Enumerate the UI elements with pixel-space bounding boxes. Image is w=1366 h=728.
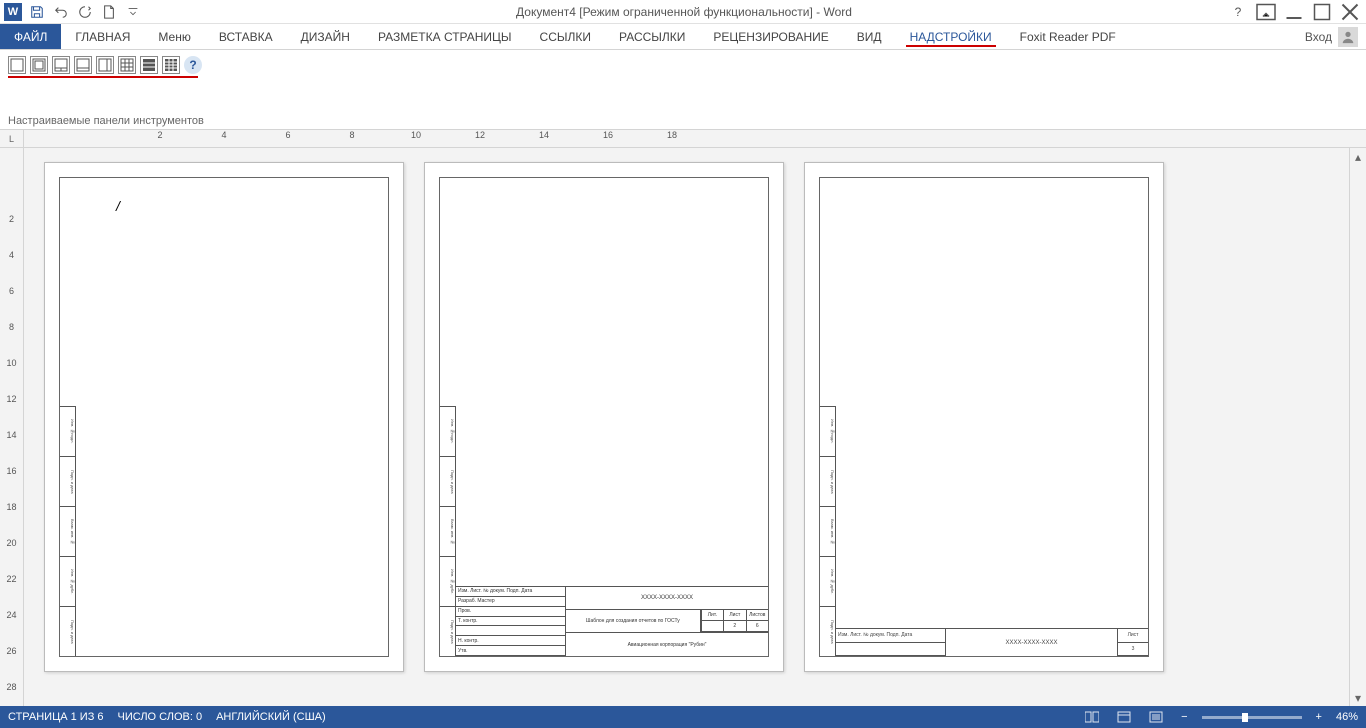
undo-button[interactable] xyxy=(52,3,70,21)
quick-access-toolbar: W xyxy=(0,3,146,21)
signin-link[interactable]: Вход xyxy=(1305,30,1332,44)
title-block: Изм. Лист. № докум. Подп. Дата Разраб. М… xyxy=(456,586,768,656)
stamp-code: ХХХХ-ХХХХ-ХХХХ xyxy=(566,587,768,610)
page-1[interactable]: / Инв. №подл.Подп. и датаВзам. инв. №Инв… xyxy=(44,162,404,672)
text-cursor: / xyxy=(116,198,120,214)
small-title-block: Изм. Лист. № докум. Подп. Дата ХХХХ-ХХХХ… xyxy=(836,628,1148,656)
page-frame: Инв. №подл.Подп. и датаВзам. инв. №Инв. … xyxy=(439,177,769,657)
tab-addins[interactable]: НАДСТРОЙКИ xyxy=(896,24,1006,49)
ribbon-display-button[interactable] xyxy=(1254,3,1278,21)
minimize-button[interactable] xyxy=(1282,3,1306,21)
tab-references[interactable]: ССЫЛКИ xyxy=(526,24,605,49)
frame-btn-3[interactable] xyxy=(52,56,70,74)
frame-btn-8[interactable] xyxy=(162,56,180,74)
help-button[interactable]: ? xyxy=(1226,3,1250,21)
ruler-corner[interactable]: L xyxy=(0,130,24,147)
tab-insert[interactable]: ВСТАВКА xyxy=(205,24,287,49)
view-web-button[interactable] xyxy=(1145,709,1167,725)
title-bar: W Документ4 [Режим ограниченной функцион… xyxy=(0,0,1366,24)
frame-btn-1[interactable] xyxy=(8,56,26,74)
vertical-scrollbar[interactable]: ▴ ▾ xyxy=(1349,148,1366,706)
tab-menu[interactable]: Меню xyxy=(144,24,204,49)
frame-btn-5[interactable] xyxy=(96,56,114,74)
ribbon-tabs: ФАЙЛ ГЛАВНАЯ Меню ВСТАВКА ДИЗАЙН РАЗМЕТК… xyxy=(0,24,1366,50)
zoom-out-button[interactable]: − xyxy=(1177,711,1191,723)
side-stamp: Инв. №подл.Подп. и датаВзам. инв. №Инв. … xyxy=(820,406,836,656)
scroll-up-icon[interactable]: ▴ xyxy=(1350,148,1366,165)
horizontal-ruler[interactable]: 24681012141618 xyxy=(24,130,1366,147)
frame-btn-7[interactable] xyxy=(140,56,158,74)
new-doc-button[interactable] xyxy=(100,3,118,21)
zoom-in-button[interactable]: + xyxy=(1312,711,1326,723)
tab-home[interactable]: ГЛАВНАЯ xyxy=(61,24,144,49)
tab-design[interactable]: ДИЗАЙН xyxy=(287,24,364,49)
pages-container[interactable]: / Инв. №подл.Подп. и датаВзам. инв. №Инв… xyxy=(24,148,1349,706)
zoom-level[interactable]: 46% xyxy=(1336,711,1358,723)
ruler-row: L 24681012141618 xyxy=(0,130,1366,148)
tab-review[interactable]: РЕЦЕНЗИРОВАНИЕ xyxy=(699,24,842,49)
page-frame: Инв. №подл.Подп. и датаВзам. инв. №Инв. … xyxy=(819,177,1149,657)
ribbon-group-label: Настраиваемые панели инструментов xyxy=(8,115,1358,129)
frame-btn-4[interactable] xyxy=(74,56,92,74)
status-page[interactable]: СТРАНИЦА 1 ИЗ 6 xyxy=(8,711,104,723)
vertical-ruler[interactable]: 246810121416182022242628 xyxy=(0,148,24,706)
document-area: 246810121416182022242628 / Инв. №подл.По… xyxy=(0,148,1366,706)
maximize-button[interactable] xyxy=(1310,3,1334,21)
tab-mailings[interactable]: РАССЫЛКИ xyxy=(605,24,699,49)
window-controls: ? xyxy=(1222,3,1366,21)
side-stamp: Инв. №подл.Подп. и датаВзам. инв. №Инв. … xyxy=(60,406,76,656)
status-words[interactable]: ЧИСЛО СЛОВ: 0 xyxy=(118,711,203,723)
close-button[interactable] xyxy=(1338,3,1362,21)
tab-layout[interactable]: РАЗМЕТКА СТРАНИЦЫ xyxy=(364,24,526,49)
status-language[interactable]: АНГЛИЙСКИЙ (США) xyxy=(216,711,326,723)
stamp-title: Шаблон для создания отчетов по ГОСТу xyxy=(566,610,701,632)
addin-help-button[interactable]: ? xyxy=(184,56,202,74)
frame-btn-2[interactable] xyxy=(30,56,48,74)
tab-file[interactable]: ФАЙЛ xyxy=(0,24,61,49)
tab-foxit[interactable]: Foxit Reader PDF xyxy=(1006,24,1130,49)
window-title: Документ4 [Режим ограниченной функционал… xyxy=(146,5,1222,19)
side-stamp: Инв. №подл.Подп. и датаВзам. инв. №Инв. … xyxy=(440,406,456,656)
zoom-slider[interactable] xyxy=(1202,716,1302,719)
qat-customize-button[interactable] xyxy=(124,3,142,21)
frame-btn-6[interactable] xyxy=(118,56,136,74)
avatar-icon[interactable] xyxy=(1338,27,1358,47)
stamp-company: Авиационная корпорация "Рубин" xyxy=(566,633,768,656)
tab-view[interactable]: ВИД xyxy=(843,24,896,49)
view-print-button[interactable] xyxy=(1113,709,1135,725)
save-button[interactable] xyxy=(28,3,46,21)
scroll-down-icon[interactable]: ▾ xyxy=(1350,689,1366,706)
redo-button[interactable] xyxy=(76,3,94,21)
page-3[interactable]: Инв. №подл.Подп. и датаВзам. инв. №Инв. … xyxy=(804,162,1164,672)
addin-toolbar: ? xyxy=(8,56,1358,74)
word-logo-icon: W xyxy=(4,3,22,21)
status-bar: СТРАНИЦА 1 ИЗ 6 ЧИСЛО СЛОВ: 0 АНГЛИЙСКИЙ… xyxy=(0,706,1366,728)
ribbon-content: ? Настраиваемые панели инструментов xyxy=(0,50,1366,130)
view-read-button[interactable] xyxy=(1081,709,1103,725)
page-2[interactable]: Инв. №подл.Подп. и датаВзам. инв. №Инв. … xyxy=(424,162,784,672)
page-frame: / Инв. №подл.Подп. и датаВзам. инв. №Инв… xyxy=(59,177,389,657)
addin-underline xyxy=(8,76,198,78)
